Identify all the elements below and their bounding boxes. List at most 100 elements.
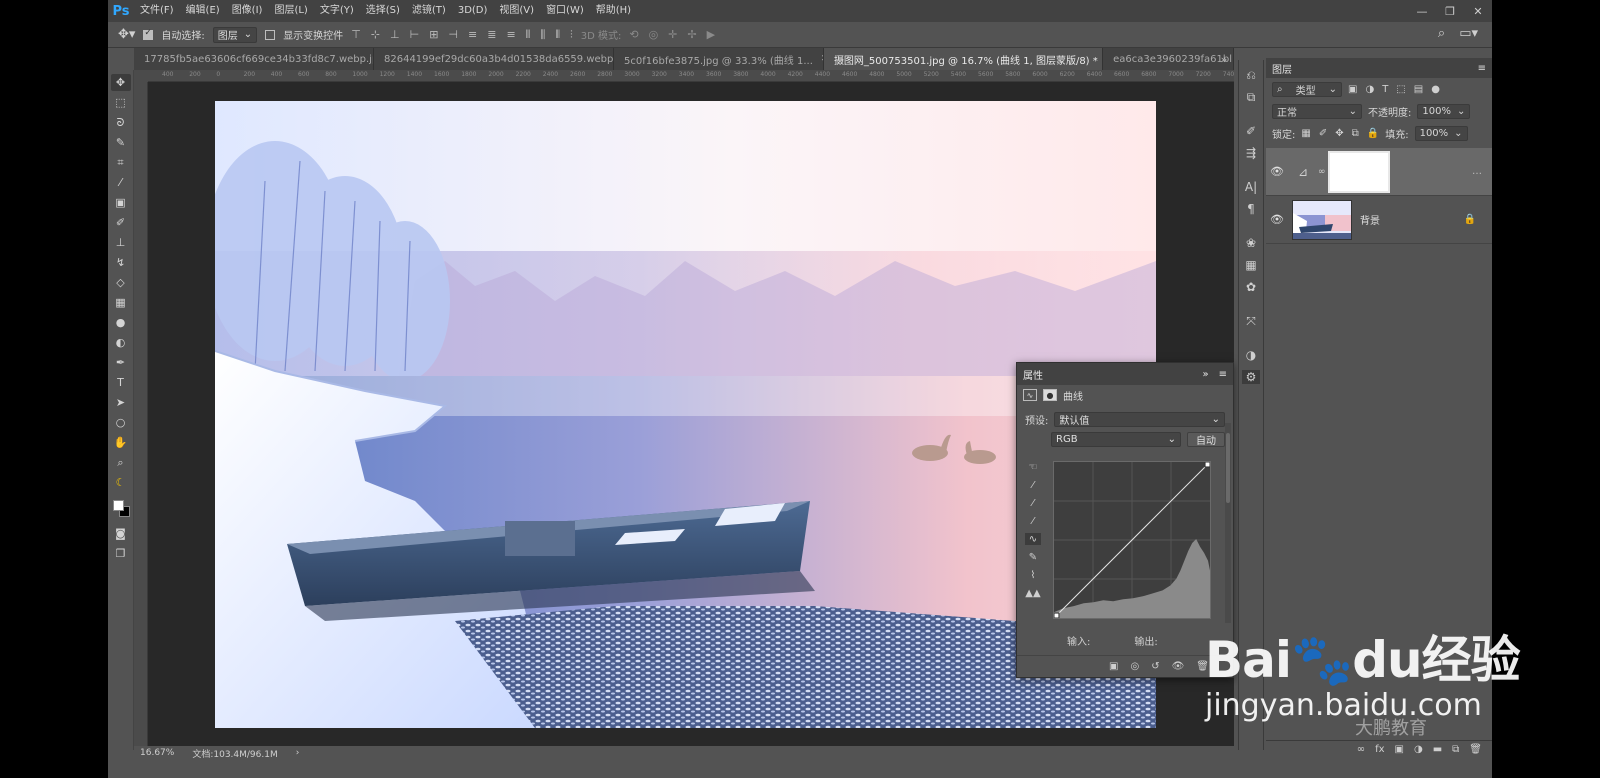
gradient-tool-icon[interactable]: ▦: [111, 294, 131, 311]
foreground-color-swatch[interactable]: [112, 500, 124, 511]
tabs-overflow-button[interactable]: »: [1214, 48, 1234, 70]
curves-graph[interactable]: [1053, 461, 1211, 619]
history-brush-tool-icon[interactable]: ↯: [111, 254, 131, 271]
opacity-field[interactable]: 100% ⌄: [1417, 103, 1471, 119]
mask-icon[interactable]: ▣: [1395, 744, 1404, 755]
lock-all-icon[interactable]: 🔒: [1367, 128, 1379, 139]
paths-panel-icon[interactable]: ⤧: [1242, 314, 1260, 328]
menu-edit[interactable]: 编辑(E): [180, 0, 226, 22]
new-layer-icon[interactable]: ⧉: [1452, 744, 1459, 755]
smart-object-filter-icon[interactable]: ▤: [1414, 84, 1423, 95]
type-filter-icon[interactable]: T: [1382, 84, 1388, 95]
auto-select-checkbox[interactable]: [143, 28, 154, 40]
filter-toggle-icon[interactable]: ●: [1431, 84, 1440, 95]
shape-filter-icon[interactable]: ⬚: [1396, 84, 1405, 95]
paragraph-panel-icon[interactable]: ¶: [1242, 202, 1260, 216]
actions-panel-icon[interactable]: ⧉: [1242, 90, 1260, 104]
styles-panel-icon[interactable]: ✿: [1242, 280, 1260, 294]
eraser-tool-icon[interactable]: ◇: [111, 274, 131, 291]
more-icon[interactable]: …: [1472, 166, 1482, 177]
layer-name[interactable]: 背景: [1360, 212, 1380, 227]
target-adjust-hand-icon[interactable]: ☜: [1025, 461, 1041, 473]
auto-select-target-dropdown[interactable]: 图层 ⌄: [212, 26, 258, 43]
fill-field[interactable]: 100% ⌄: [1414, 125, 1468, 141]
visibility-eye-icon[interactable]: 👁: [1266, 165, 1288, 178]
visibility-eye-icon[interactable]: 👁: [1172, 661, 1185, 672]
lock-transparent-icon[interactable]: ▦: [1301, 128, 1310, 139]
link-icon[interactable]: ∞: [1357, 744, 1365, 755]
color-panel-icon[interactable]: ❀: [1242, 236, 1260, 250]
clipping-warning-icon[interactable]: ▲▲: [1025, 587, 1041, 599]
auto-align-icon[interactable]: ⫶: [570, 28, 573, 42]
quick-mask-icon[interactable]: ◙: [111, 525, 131, 542]
marquee-tool-icon[interactable]: ⬚: [111, 94, 131, 111]
minimize-button[interactable]: —: [1408, 0, 1436, 22]
distribute-center-icon[interactable]: ⫼: [540, 28, 545, 42]
white-point-eyedropper-icon[interactable]: ⁄: [1025, 515, 1041, 527]
layer-row-background[interactable]: 👁 背景 🔒: [1266, 196, 1492, 244]
visibility-eye-icon[interactable]: 👁: [1266, 213, 1288, 226]
document-tab[interactable]: 82644199ef29dc60a3b4d01538da6559.webp.jp…: [374, 48, 614, 70]
properties-panel-icon[interactable]: ⚙: [1242, 370, 1260, 384]
align-middle-icon[interactable]: ⊹: [371, 28, 380, 42]
eyedropper-tool-icon[interactable]: ⁄: [111, 174, 131, 191]
align-bottom-icon[interactable]: ⊥: [390, 28, 400, 42]
document-tab[interactable]: 17785fb5ae63606cf669ce34b33fd8c7.webp.jp…: [134, 48, 374, 70]
curves-adjustment-icon[interactable]: ∿: [1023, 389, 1037, 401]
3d-rotate-icon[interactable]: ⟲: [629, 28, 638, 41]
document-tab[interactable]: 5c0f16bfe3875.jpg @ 33.3% (曲线 1...✕: [614, 48, 824, 70]
layer-mask-thumbnail[interactable]: [1328, 150, 1390, 193]
menu-file[interactable]: 文件(F): [134, 0, 180, 22]
curves-adjustment-icon[interactable]: ⊿: [1288, 157, 1318, 187]
adjustment-filter-icon[interactable]: ◑: [1365, 84, 1374, 95]
banana-icon[interactable]: ☾: [111, 474, 131, 491]
menu-help[interactable]: 帮助(H): [590, 0, 637, 22]
adjustment-icon[interactable]: ◑: [1414, 744, 1423, 755]
brushes-panel-icon[interactable]: ⇶: [1242, 146, 1260, 160]
lock-artboard-icon[interactable]: ⧉: [1352, 128, 1359, 139]
blend-mode-dropdown[interactable]: 正常 ⌄: [1272, 103, 1362, 119]
document-tab-active[interactable]: 摄图网_500753501.jpg @ 16.7% (曲线 1, 图层蒙版/8)…: [823, 48, 1104, 70]
document-image[interactable]: [215, 101, 1156, 728]
gray-point-eyedropper-icon[interactable]: ⁄: [1025, 497, 1041, 509]
adjustments-panel-icon[interactable]: ◑: [1242, 348, 1260, 362]
search-icon[interactable]: ⌕: [1438, 26, 1445, 41]
blur-tool-icon[interactable]: ●: [111, 314, 131, 331]
curve-pencil-tool-icon[interactable]: ✎: [1025, 551, 1041, 563]
lock-position-icon[interactable]: ✥: [1335, 128, 1343, 139]
lock-image-icon[interactable]: ✐: [1319, 128, 1327, 139]
auto-button[interactable]: 自动: [1187, 431, 1225, 447]
color-swatches[interactable]: [111, 498, 131, 518]
panel-menu-icon[interactable]: ≡: [1478, 63, 1486, 74]
history-panel-icon[interactable]: ⎌: [1242, 68, 1260, 82]
close-button[interactable]: ✕: [1464, 0, 1492, 22]
menu-filter[interactable]: 滤镜(T): [406, 0, 452, 22]
distribute-middle-icon[interactable]: ≣: [487, 28, 496, 42]
zoom-level[interactable]: 16.67%: [140, 748, 174, 758]
channel-dropdown[interactable]: RGB ⌄: [1051, 431, 1181, 447]
menu-window[interactable]: 窗口(W): [540, 0, 590, 22]
brush-tool-icon[interactable]: ✐: [111, 214, 131, 231]
swatches-panel-icon[interactable]: ▦: [1242, 258, 1260, 272]
fx-icon[interactable]: fx: [1375, 744, 1384, 755]
3d-pan-icon[interactable]: ✛: [668, 28, 677, 41]
status-menu-arrow[interactable]: ›: [296, 748, 300, 758]
zoom-tool-icon[interactable]: ⌕: [111, 454, 131, 471]
pixel-filter-icon[interactable]: ▣: [1348, 84, 1357, 95]
3d-slide-icon[interactable]: ✢: [687, 28, 696, 41]
distribute-left-icon[interactable]: ⫴: [526, 28, 531, 42]
layer-filter-dropdown[interactable]: ⌕ 类型 ⌄: [1272, 81, 1342, 97]
screen-mode-icon[interactable]: ❐: [111, 545, 131, 562]
link-icon[interactable]: ∞: [1318, 167, 1328, 177]
restore-button[interactable]: ❐: [1436, 0, 1464, 22]
distribute-bottom-icon[interactable]: ≡: [506, 28, 515, 42]
menu-view[interactable]: 视图(V): [493, 0, 540, 22]
menu-3d[interactable]: 3D(D): [452, 0, 494, 22]
black-point-eyedropper-icon[interactable]: ⁄: [1025, 479, 1041, 491]
hand-tool-icon[interactable]: ✋: [111, 434, 131, 451]
distribute-right-icon[interactable]: ⫴: [555, 28, 560, 42]
ellipse-tool-icon[interactable]: ○: [111, 414, 131, 431]
pen-tool-icon[interactable]: ✒: [111, 354, 131, 371]
panel-menu-button[interactable]: ≡: [1219, 369, 1227, 380]
distribute-top-icon[interactable]: ≡: [468, 28, 477, 42]
